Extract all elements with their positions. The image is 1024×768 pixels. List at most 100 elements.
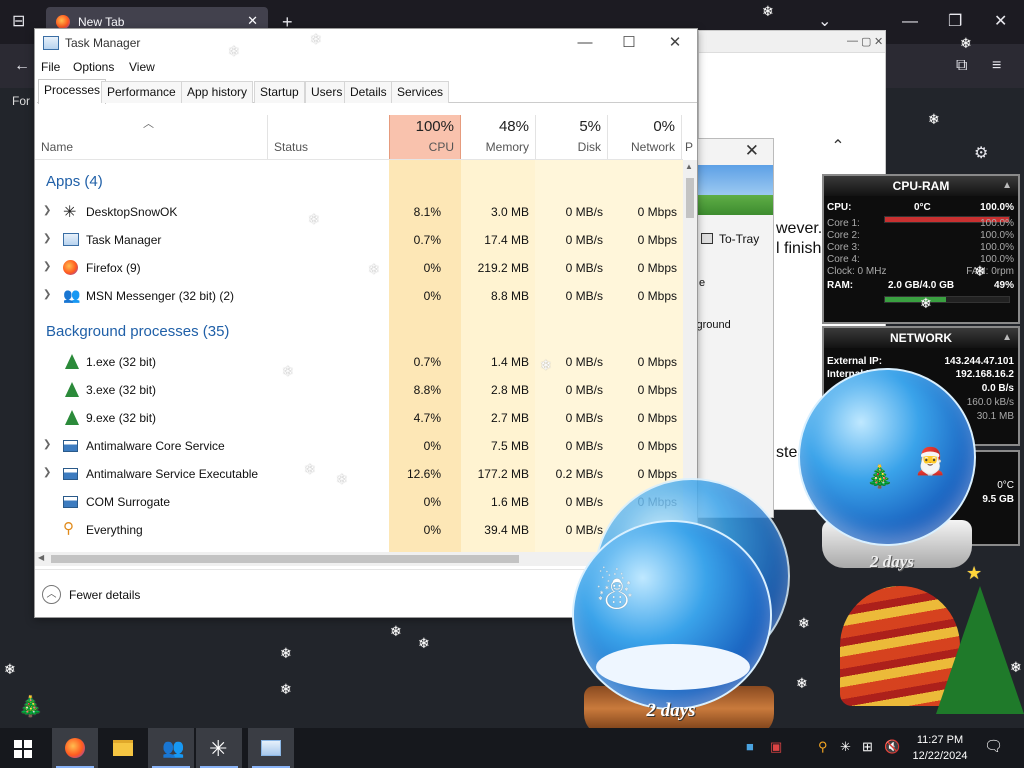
menu-view[interactable]: View [129, 60, 155, 74]
menu-file[interactable]: File [41, 60, 60, 74]
collapse-arrow-icon[interactable]: ▲ [1002, 176, 1012, 196]
column-header-status[interactable]: Status [267, 115, 389, 159]
snowflake-icon: ❄ [762, 3, 774, 19]
process-cpu: 0% [423, 495, 441, 509]
tab-startup[interactable]: Startup [254, 81, 305, 103]
snowflake-icon: ❄ [974, 263, 986, 279]
ram-label: RAM: [827, 280, 854, 291]
process-row[interactable]: ❯ Antimalware Core Service 0% 7.5 MB 0 MB/s 0… [35, 432, 683, 460]
expand-chevron-icon[interactable]: ❯ [43, 205, 51, 216]
taskbar-task-manager[interactable] [248, 728, 294, 768]
notification-icon[interactable]: 🗨 [984, 739, 1003, 754]
menu-icon[interactable]: ≡ [992, 58, 1001, 74]
process-cpu: 8.1% [413, 205, 441, 219]
column-header-cpu[interactable]: 100% CPU [389, 115, 461, 159]
close-window-icon[interactable]: ✕ [994, 14, 1007, 30]
tab-overview-icon[interactable]: ⊟ [12, 14, 25, 30]
expand-chevron-icon[interactable]: ❯ [43, 261, 51, 272]
scroll-up-arrow-icon[interactable]: ▲ [685, 162, 693, 171]
close-tab-icon[interactable]: ✕ [247, 13, 258, 29]
taskbar-clock[interactable]: 11:27 PM 12/22/2024 [900, 732, 980, 764]
tray-app-icon[interactable]: ■ [746, 740, 754, 754]
settings-gear-icon[interactable]: ⚙ [974, 146, 988, 162]
inner-label: e [699, 277, 706, 289]
clock-time: 11:27 PM [916, 734, 964, 746]
tab-processes[interactable]: Processes [38, 79, 107, 104]
taskbar-desktopsnow[interactable]: ✳ [196, 728, 242, 768]
extensions-icon[interactable]: ⧉ [956, 58, 967, 74]
process-disk: 0 MB/s [565, 289, 603, 303]
firefox-icon [56, 15, 70, 29]
network-icon[interactable]: ⊞ [862, 740, 873, 754]
tray-app-icon[interactable]: ▣ [770, 740, 782, 754]
minimize-icon[interactable]: — [902, 14, 918, 30]
process-network: 0 Mbps [637, 383, 677, 397]
close-icon[interactable]: ✕ [745, 141, 759, 161]
process-row[interactable]: ❯ ✳ DesktopSnowOK 8.1% 3.0 MB 0 MB/s 0 Mbps [35, 198, 683, 226]
start-button[interactable] [14, 740, 32, 758]
expand-chevron-icon[interactable]: ❯ [43, 467, 51, 478]
dialog-text-line: wever. [776, 220, 823, 237]
minimize-button[interactable]: — [565, 32, 605, 54]
process-row[interactable]: ❯ Antimalware Service Executable 12.6% 177.… [35, 460, 683, 488]
tab-services[interactable]: Services [391, 81, 450, 103]
chevron-up-icon[interactable]: ⌃ [826, 136, 850, 164]
minimize-icon[interactable]: — [847, 35, 858, 47]
process-row[interactable]: ⚲Everything0%39.4 MB0 MB/s0 Mbps [35, 516, 683, 544]
process-row[interactable]: ❯ Firefox (9) 0% 219.2 MB 0 MB/s 0 Mbps [35, 254, 683, 282]
process-network: 0 Mbps [637, 289, 677, 303]
to-tray-button[interactable]: To-Tray [697, 227, 771, 251]
volume-muted-icon[interactable]: 🔇 [884, 740, 900, 754]
taskbar-file-explorer[interactable] [100, 728, 146, 768]
column-header-memory[interactable]: 48% Memory [461, 115, 535, 159]
taskbar-firefox[interactable] [52, 728, 98, 768]
expand-chevron-icon[interactable]: ❯ [43, 439, 51, 450]
disk-total-pct: 5% [579, 118, 601, 135]
close-button[interactable]: ✕ [655, 32, 695, 54]
column-header-name[interactable]: Name [35, 115, 267, 159]
partial-text: For [12, 94, 30, 108]
expand-chevron-icon[interactable]: ❯ [43, 233, 51, 244]
tab-app-history[interactable]: App history [181, 81, 254, 103]
title-bar[interactable]: Task Manager — ☐ ✕ [35, 29, 697, 57]
horizontal-scrollbar[interactable]: ◀ ▶ [35, 552, 683, 566]
process-disk: 0 MB/s [565, 205, 603, 219]
restore-icon[interactable]: ▢ [861, 35, 871, 48]
close-icon[interactable]: ✕ [874, 35, 883, 48]
task-manager-icon [43, 36, 59, 50]
back-icon[interactable]: ← [14, 58, 30, 74]
tab-users[interactable]: Users [305, 81, 349, 103]
restore-icon[interactable]: ❐ [948, 14, 962, 30]
column-header-network[interactable]: 0% Network [607, 115, 681, 159]
column-header-power[interactable]: P [681, 115, 697, 159]
snowflake-tray-icon[interactable]: ✳ [840, 740, 851, 754]
taskbar-msn-messenger[interactable]: 👥 [148, 728, 194, 768]
process-row[interactable]: 3.exe (32 bit) 8.8% 2.8 MB 0 MB/s 0 Mbps [35, 376, 683, 404]
process-row[interactable]: ❯ 👥 MSN Messenger (32 bit) (2) 0% 8.8 MB 0 MB… [35, 282, 683, 310]
process-row[interactable]: ❯ Task Manager 0.7% 17.4 MB 0 MB/s 0 Mbps [35, 226, 683, 254]
process-row[interactable]: 1.exe (32 bit) 0.7% 1.4 MB 0 MB/s 0 Mbps [35, 348, 683, 376]
ram-bar [884, 296, 1010, 303]
scroll-left-arrow-icon[interactable]: ◀ [38, 553, 44, 562]
column-disk-label: Disk [577, 140, 601, 154]
menu-options[interactable]: Options [73, 60, 114, 74]
chevron-down-icon[interactable]: ⌄ [818, 14, 831, 30]
process-network: 0 Mbps [637, 467, 677, 481]
scroll-thumb[interactable] [51, 555, 519, 563]
expand-chevron-icon[interactable]: ❯ [43, 289, 51, 300]
tab-performance[interactable]: Performance [101, 81, 182, 103]
scroll-thumb[interactable] [686, 178, 694, 218]
process-disk: 0 MB/s [565, 495, 603, 509]
process-row[interactable]: COM Surrogate0%1.6 MB0 MB/s0 Mbps [35, 488, 683, 516]
column-header-disk[interactable]: 5% Disk [535, 115, 607, 159]
search-magnifier-icon[interactable]: ⚲ [818, 740, 828, 754]
process-disk: 0.2 MB/s [555, 467, 603, 481]
collapse-arrow-icon[interactable]: ▲ [1002, 328, 1012, 348]
snowflake-icon: ❄ [308, 211, 320, 227]
snowflake-icon: ❄ [336, 471, 348, 487]
tab-details[interactable]: Details [344, 81, 393, 103]
core-label: Core 3: [827, 242, 860, 253]
firefox-icon [65, 738, 85, 758]
maximize-button[interactable]: ☐ [609, 32, 649, 54]
process-row[interactable]: 9.exe (32 bit) 4.7% 2.7 MB 0 MB/s 0 Mbps [35, 404, 683, 432]
